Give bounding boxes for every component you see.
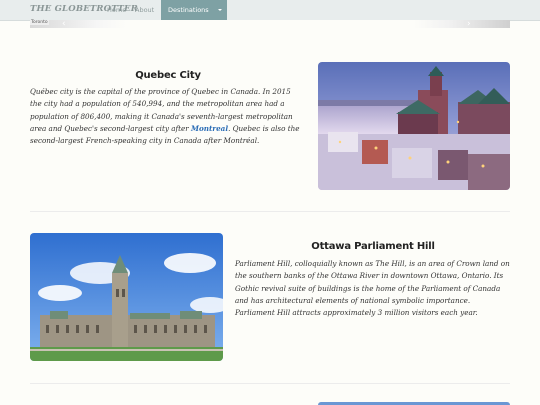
navbar: THE GLOBETROTTER Home About Destinations (0, 0, 540, 21)
carousel-next-icon[interactable]: › (467, 19, 471, 29)
nav-about-link[interactable]: About (135, 6, 154, 14)
chevron-down-icon (218, 9, 222, 11)
quebec-city-description: Québec city is the capital of the provin… (30, 86, 302, 147)
parliament-hill-description: Parliament Hill, colloquially known as T… (235, 259, 510, 318)
quebec-city-title: Quebec City (135, 70, 201, 81)
parliament-hill-title: Ottawa Parliament Hill (311, 241, 435, 252)
carousel-prev-icon[interactable]: ‹ (62, 19, 66, 29)
section-divider (30, 383, 510, 384)
carousel-image-alt: Toronto (30, 20, 49, 25)
nav-home-link[interactable]: Home (107, 6, 126, 14)
carousel: Toronto ‹ › (30, 19, 510, 29)
nav-destinations-dropdown[interactable]: Destinations (161, 0, 227, 20)
parliament-hill-photo (30, 233, 223, 361)
nav-destinations-label: Destinations (168, 6, 209, 14)
section-divider (30, 211, 510, 212)
quebec-city-photo (318, 62, 510, 190)
montreal-link[interactable]: Montreal (191, 124, 228, 133)
